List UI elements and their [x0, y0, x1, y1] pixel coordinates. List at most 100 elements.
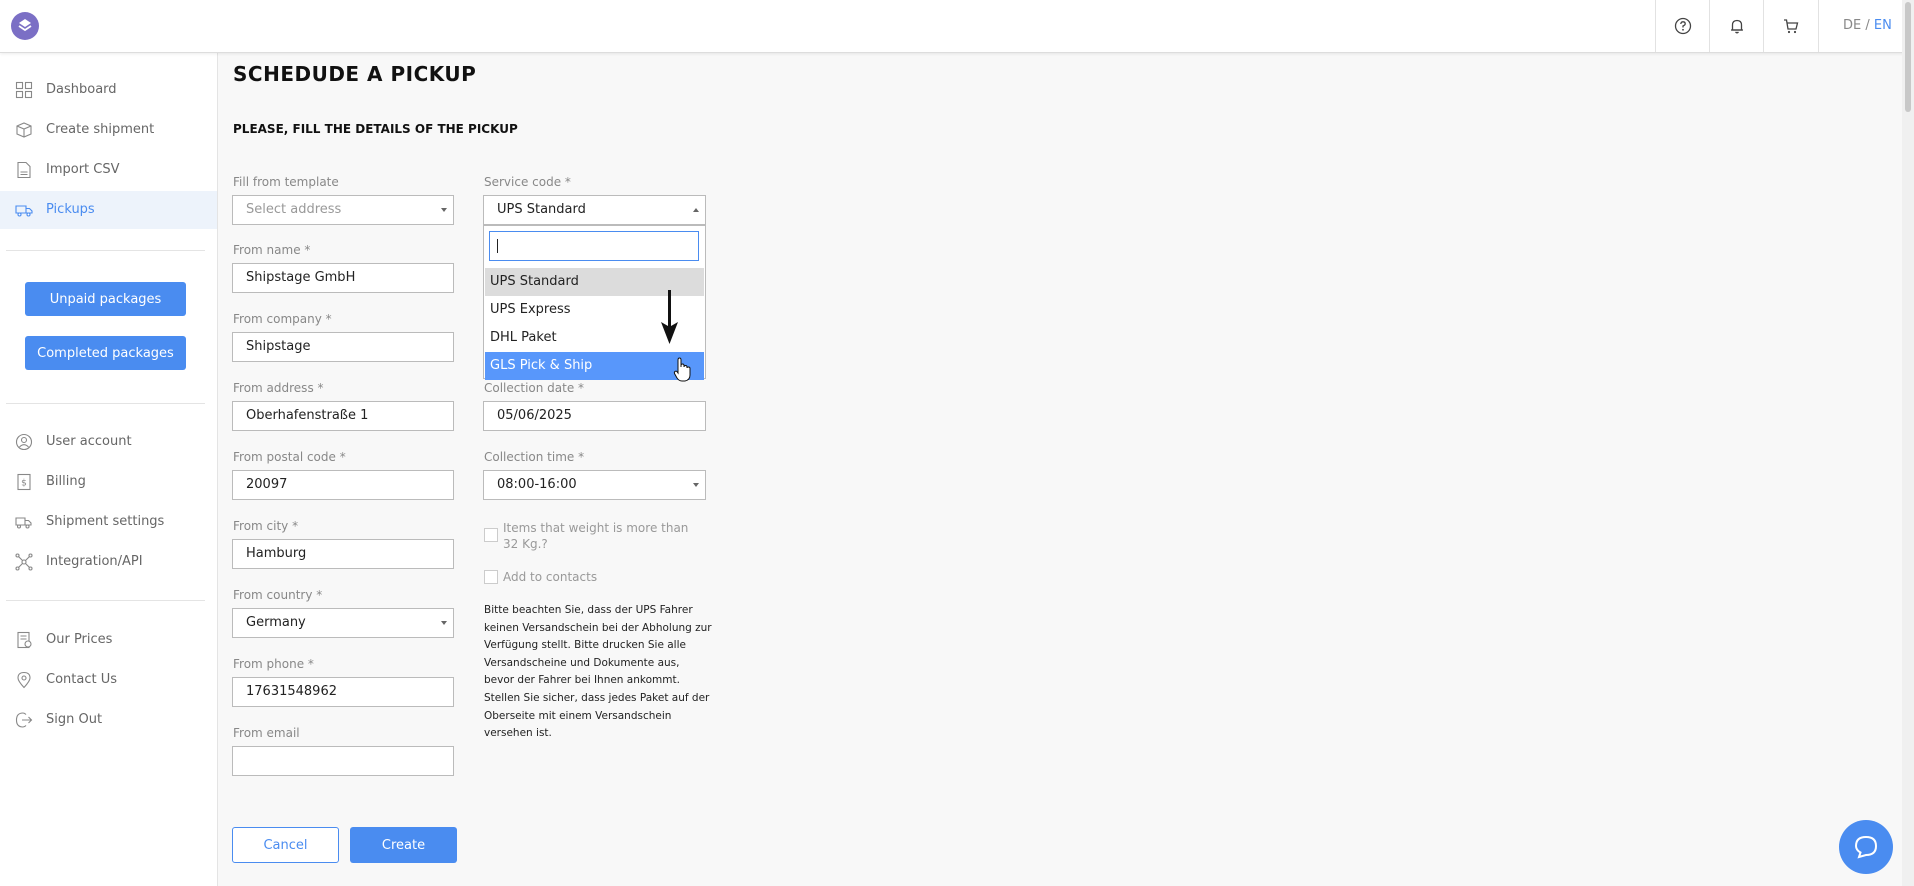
settings-truck-icon	[15, 517, 32, 529]
sidebar-item-label: Sign Out	[46, 712, 103, 727]
location-icon	[17, 671, 31, 689]
from-name-input[interactable]: Shipstage GmbH	[232, 263, 454, 293]
logo-icon	[18, 19, 32, 32]
add-contacts-label: Add to contacts	[503, 570, 598, 584]
page-scrollbar[interactable]	[1902, 0, 1914, 886]
sidebar-divider	[6, 250, 205, 251]
sidebar: Dashboard Create shipment Import CSV Pic…	[0, 53, 218, 886]
sidebar-item-contact-us[interactable]: Contact Us	[0, 661, 217, 699]
down-arrow-icon	[661, 290, 678, 344]
from-city-label: From city *	[233, 519, 299, 533]
add-contacts-checkbox[interactable]	[484, 570, 498, 584]
cart-icon	[1784, 19, 1799, 34]
chat-widget-button[interactable]	[1839, 820, 1893, 874]
notifications-button[interactable]	[1709, 0, 1764, 52]
app-logo[interactable]	[11, 12, 39, 40]
sidebar-item-user-account[interactable]: User account	[0, 423, 217, 461]
prices-icon	[17, 631, 32, 649]
collection-date-input[interactable]: 05/06/2025	[483, 401, 706, 431]
integration-icon	[15, 553, 33, 571]
collection-time-label: Collection time *	[484, 450, 585, 464]
service-option-gls-pick-ship[interactable]: GLS Pick & Ship	[485, 352, 704, 380]
sidebar-item-label: User account	[46, 434, 132, 449]
billing-icon: $	[17, 473, 31, 491]
help-button[interactable]	[1655, 0, 1710, 52]
lang-de-link[interactable]: DE	[1843, 18, 1861, 33]
from-country-value: Germany	[246, 615, 306, 630]
from-postal-input[interactable]: 20097	[232, 470, 454, 500]
from-address-input[interactable]: Oberhafenstraße 1	[232, 401, 454, 431]
chevron-down-icon	[693, 483, 699, 487]
sidebar-divider	[6, 403, 205, 404]
page-title: SCHEDUDE A PICKUP	[233, 62, 477, 86]
completed-packages-button[interactable]: Completed packages	[25, 336, 186, 370]
sidebar-item-import-csv[interactable]: Import CSV	[0, 151, 217, 189]
page-scrollbar-thumb[interactable]	[1905, 2, 1911, 112]
sidebar-item-shipment-settings[interactable]: Shipment settings	[0, 503, 217, 541]
unpaid-packages-button[interactable]: Unpaid packages	[25, 282, 186, 316]
from-phone-label: From phone *	[233, 657, 314, 671]
from-email-label: From email	[233, 726, 300, 740]
section-title: PLEASE, FILL THE DETAILS OF THE PICKUP	[233, 122, 518, 136]
sidebar-item-label: Pickups	[46, 202, 95, 217]
template-select[interactable]: Select address	[232, 195, 454, 225]
sidebar-item-dashboard[interactable]: Dashboard	[0, 71, 217, 109]
lang-en-link[interactable]: EN	[1874, 18, 1892, 33]
pickup-notice: Bitte beachten Sie, dass der UPS Fahrer …	[484, 604, 712, 740]
from-name-label: From name *	[233, 243, 311, 257]
sidebar-item-billing[interactable]: $ Billing	[0, 463, 217, 501]
sidebar-item-label: Contact Us	[46, 672, 117, 687]
sidebar-item-our-prices[interactable]: Our Prices	[0, 621, 217, 659]
box-icon	[16, 122, 32, 138]
chat-icon	[1854, 835, 1878, 859]
chevron-down-icon	[441, 208, 447, 212]
from-address-label: From address *	[233, 381, 324, 395]
help-icon	[1674, 17, 1692, 35]
lang-separator: /	[1861, 18, 1874, 33]
sidebar-item-label: Our Prices	[46, 632, 113, 647]
chevron-down-icon	[441, 621, 447, 625]
top-header: DE / EN	[0, 0, 1914, 53]
sidebar-item-integration-api[interactable]: Integration/API	[0, 543, 217, 581]
service-code-select[interactable]: UPS Standard	[483, 195, 706, 225]
bell-icon	[1731, 19, 1743, 34]
template-select-value: Select address	[246, 202, 342, 217]
dropdown-search-input[interactable]	[489, 231, 699, 261]
from-company-label: From company *	[233, 312, 332, 326]
svg-text:$: $	[21, 479, 27, 489]
heavy-items-label: Items that weight is more than 32 Kg.?	[503, 521, 689, 551]
from-country-label: From country *	[233, 588, 323, 602]
user-icon	[15, 433, 33, 451]
sidebar-item-label: Create shipment	[46, 122, 155, 137]
from-country-select[interactable]: Germany	[232, 608, 454, 638]
collection-time-select[interactable]: 08:00-16:00	[483, 470, 706, 500]
from-city-input[interactable]: Hamburg	[232, 539, 454, 569]
cancel-button[interactable]: Cancel	[232, 827, 339, 863]
sidebar-item-label: Shipment settings	[46, 514, 165, 529]
sidebar-item-create-shipment[interactable]: Create shipment	[0, 111, 217, 149]
sidebar-divider	[6, 600, 205, 601]
heavy-items-checkbox[interactable]	[484, 528, 498, 542]
truck-icon	[15, 205, 33, 217]
sidebar-item-sign-out[interactable]: Sign Out	[0, 701, 217, 739]
sidebar-item-pickups[interactable]: Pickups	[0, 191, 217, 229]
from-company-input[interactable]: Shipstage	[232, 332, 454, 362]
hand-cursor-icon	[673, 357, 691, 382]
grid-icon	[15, 81, 33, 99]
sidebar-item-label: Billing	[46, 474, 86, 489]
chevron-up-icon	[693, 208, 699, 212]
cart-button[interactable]	[1763, 0, 1819, 52]
from-postal-label: From postal code *	[233, 450, 346, 464]
sidebar-item-label: Integration/API	[46, 554, 143, 569]
service-code-label: Service code *	[484, 175, 571, 189]
service-code-value: UPS Standard	[497, 202, 586, 217]
collection-date-label: Collection date *	[484, 381, 585, 395]
create-button[interactable]: Create	[350, 827, 457, 863]
text-cursor	[497, 239, 498, 253]
sign-out-icon	[15, 712, 33, 728]
sidebar-item-label: Import CSV	[46, 162, 120, 177]
from-email-input[interactable]	[232, 746, 454, 776]
file-icon	[17, 161, 31, 179]
from-phone-input[interactable]: 17631548962	[232, 677, 454, 707]
sidebar-item-label: Dashboard	[46, 82, 117, 97]
